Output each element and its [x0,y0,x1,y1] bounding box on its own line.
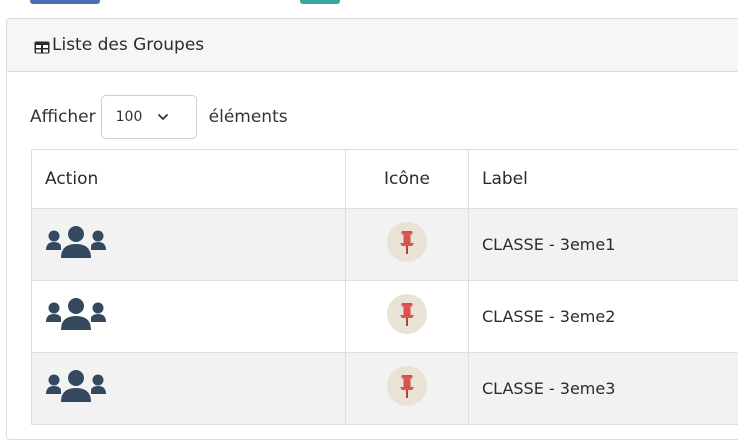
users-icon[interactable] [45,225,107,259]
panel-title: Liste des Groupes [52,35,204,55]
pushpin-icon [387,222,427,262]
length-menu-suffix: éléments [209,107,288,127]
page-length-select[interactable]: 100 [101,95,197,139]
action-cell [32,281,346,353]
icone-cell [346,209,469,281]
column-header-icone[interactable]: Icône [346,150,469,209]
action-cell [32,209,346,281]
icone-cell [346,281,469,353]
label-cell: CLASSE - 3eme3 [469,353,738,425]
table-header-row: Action Icône Label [32,150,738,209]
label-cell: CLASSE - 3eme2 [469,281,738,353]
group-label: CLASSE - 3eme3 [482,379,615,398]
groups-table: Action Icône Label [31,149,738,425]
length-menu: Afficher 100 éléments [30,95,288,139]
users-icon[interactable] [45,297,107,331]
panel-header: Liste des Groupes [7,19,738,72]
action-cell [32,353,346,425]
table-row: CLASSE - 3eme2 [32,281,738,353]
length-menu-prefix: Afficher [30,107,96,127]
table-row: CLASSE - 3eme3 [32,353,738,425]
cropped-top-banner [0,0,738,12]
chevron-down-icon [156,110,170,124]
users-icon[interactable] [45,369,107,403]
label-cell: CLASSE - 3eme1 [469,209,738,281]
page-length-value: 100 [116,109,143,125]
column-header-label[interactable]: Label [469,150,738,209]
column-header-action[interactable]: Action [32,150,346,209]
groups-panel: Liste des Groupes Afficher 100 éléments … [6,18,738,440]
icone-cell [346,353,469,425]
table-row: CLASSE - 3eme1 [32,209,738,281]
pushpin-icon [387,294,427,334]
table-icon [34,39,50,52]
group-label: CLASSE - 3eme2 [482,307,615,326]
pushpin-icon [387,366,427,406]
group-label: CLASSE - 3eme1 [482,235,615,254]
